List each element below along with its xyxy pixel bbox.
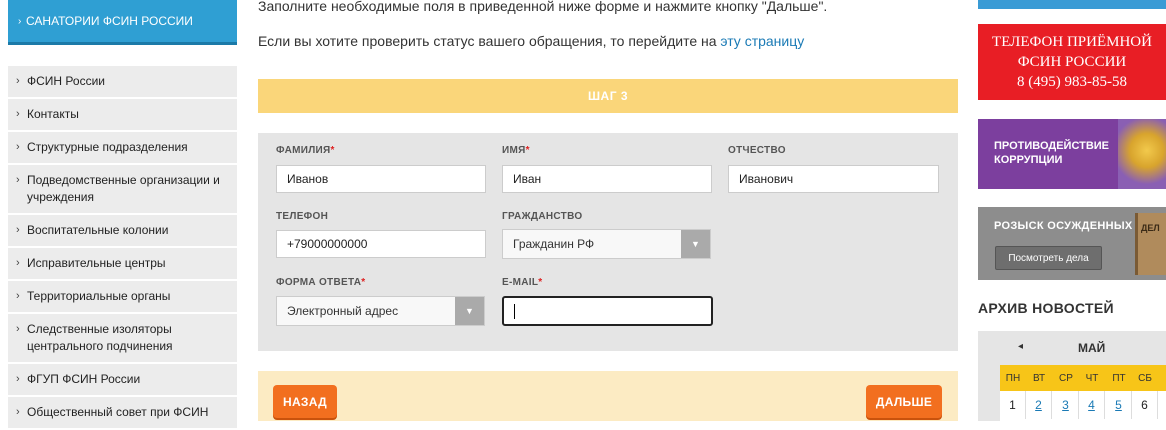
sidebar-item-label: Территориальные органы: [27, 289, 171, 303]
intro-text: Заполните необходимые поля в приведенной…: [258, 0, 828, 14]
chevron-right-icon: ›: [16, 406, 20, 418]
case-folder-image: ДЕЛ: [1135, 213, 1166, 275]
form-navigation: НАЗАД ДАЛЬШЕ: [258, 371, 958, 421]
sidebar-item-label: ФСИН России: [27, 74, 105, 88]
phone-label: ТЕЛЕФОН: [276, 211, 329, 222]
surname-input[interactable]: Иванов: [276, 165, 486, 193]
phone-banner-number: 8 (495) 983-85-58: [1017, 74, 1127, 90]
calendar-header: ◂ МАЙ: [978, 331, 1166, 365]
sanatoriums-button[interactable]: › САНАТОРИИ ФСИН РОССИИ: [8, 0, 237, 45]
sidebar-item-label: Исправительные центры: [27, 256, 166, 270]
citizenship-select[interactable]: Гражданин РФ ▼: [502, 229, 711, 259]
emblem-icon: [1118, 119, 1166, 189]
sidebar-item-label: Воспитательные колонии: [27, 223, 169, 237]
top-banner-edge[interactable]: [978, 0, 1166, 9]
chevron-right-icon: ›: [16, 257, 20, 269]
chevron-right-icon: ›: [16, 75, 20, 87]
sidebar-item-label: Общественный совет при ФСИН: [27, 405, 209, 419]
chevron-right-icon: ›: [16, 141, 20, 153]
calendar-date-link[interactable]: 4: [1079, 391, 1105, 419]
sidebar-item-structural-units[interactable]: › Структурные подразделения: [8, 132, 237, 165]
chevron-down-icon[interactable]: ▼: [681, 230, 710, 258]
name-input[interactable]: Иван: [502, 165, 712, 193]
sidebar-item-detention-centers[interactable]: › Следственные изоляторы центрального под…: [8, 314, 237, 364]
weekday-mon: ПН: [1005, 372, 1021, 384]
sidebar-menu: › ФСИН России › Контакты › Структурные подр…: [8, 66, 237, 430]
surname-label: ФАМИЛИЯ*: [276, 145, 335, 156]
news-archive-title: АРХИВ НОВОСТЕЙ: [978, 300, 1114, 316]
calendar-weekdays: ПН ВТ СР ЧТ ПТ СБ: [1000, 365, 1166, 391]
chevron-right-icon: ›: [16, 323, 20, 335]
anti-corruption-banner[interactable]: ПРОТИВОДЕЙСТВИЕ КОРРУПЦИИ: [978, 119, 1166, 189]
weekday-thu: ЧТ: [1085, 372, 1099, 384]
reception-phone-banner[interactable]: ТЕЛЕФОН ПРИЁМНОЙ ФСИН РОССИИ 8 (495) 983…: [978, 24, 1166, 100]
citizenship-value: Гражданин РФ: [513, 237, 595, 251]
wanted-convicts-banner: РОЗЫСК ОСУЖДЕННЫХ Посмотреть дела ДЕЛ: [978, 207, 1166, 280]
calendar-side: [978, 365, 1000, 421]
sidebar-item-correctional-centers[interactable]: › Исправительные центры: [8, 248, 237, 281]
phone-banner-org: ФСИН РОССИИ: [1017, 54, 1127, 70]
weekday-fri: ПТ: [1112, 372, 1126, 384]
sidebar-item-fsin[interactable]: › ФСИН России: [8, 66, 237, 99]
sidebar-item-juvenile-colonies[interactable]: › Воспитательные колонии: [8, 215, 237, 248]
phone-banner-title: ТЕЛЕФОН ПРИЁМНОЙ: [992, 34, 1152, 50]
weekday-tue: ВТ: [1032, 372, 1046, 384]
status-check-text: Если вы хотите проверить статус вашего о…: [258, 33, 804, 49]
sanatoriums-button-label: САНАТОРИИ ФСИН РОССИИ: [26, 14, 193, 28]
sidebar-item-label: ФГУП ФСИН России: [27, 372, 141, 386]
chevron-right-icon: ›: [16, 290, 20, 302]
response-form-value: Электронный адрес: [287, 304, 399, 318]
weekday-wed: СР: [1059, 372, 1073, 384]
chevron-right-icon: ›: [16, 108, 20, 120]
sidebar-item-subordinate-orgs[interactable]: › Подведомственные организации и учрежден…: [8, 165, 237, 215]
email-input[interactable]: [502, 296, 713, 326]
back-button[interactable]: НАЗАД: [273, 385, 337, 418]
response-form-select[interactable]: Электронный адрес ▼: [276, 296, 485, 326]
request-form: ФАМИЛИЯ* Иванов ИМЯ* Иван ОТЧЕСТВО Ивано…: [258, 133, 958, 351]
sidebar-item-territorial-bodies[interactable]: › Территориальные органы: [8, 281, 237, 314]
calendar-date-link[interactable]: 2: [1026, 391, 1052, 419]
chevron-right-icon: ›: [18, 15, 22, 27]
calendar-date: 6: [1132, 391, 1158, 419]
name-label: ИМЯ*: [502, 145, 530, 156]
case-folder-text: ДЕЛ: [1141, 223, 1160, 233]
status-check-label: Если вы хотите проверить статус вашего о…: [258, 33, 717, 49]
sidebar-item-label: Подведомственные организации и учреждени…: [27, 173, 220, 204]
chevron-right-icon: ›: [16, 373, 20, 385]
status-check-link[interactable]: эту страницу: [720, 33, 804, 49]
citizenship-label: ГРАЖДАНСТВО: [502, 211, 583, 222]
phone-input[interactable]: +79000000000: [276, 230, 486, 258]
chevron-right-icon: ›: [16, 224, 20, 236]
sidebar-item-label: Следственные изоляторы центрального подч…: [27, 322, 173, 353]
sidebar-item-contacts[interactable]: › Контакты: [8, 99, 237, 132]
response-form-label: ФОРМА ОТВЕТА*: [276, 277, 366, 288]
calendar-date: 1: [1000, 391, 1026, 419]
next-button[interactable]: ДАЛЬШЕ: [866, 385, 942, 418]
email-label: E-MAIL*: [502, 277, 543, 288]
sidebar-item-fgup[interactable]: › ФГУП ФСИН России: [8, 364, 237, 397]
wanted-title: РОЗЫСК ОСУЖДЕННЫХ: [994, 220, 1133, 232]
calendar-month: МАЙ: [1078, 341, 1106, 355]
calendar-date-link[interactable]: 5: [1106, 391, 1132, 419]
sidebar-item-label: Контакты: [27, 107, 79, 121]
text-cursor: [514, 303, 515, 319]
sidebar-item-public-council[interactable]: › Общественный совет при ФСИН: [8, 397, 237, 430]
calendar-date-link[interactable]: 3: [1053, 391, 1079, 419]
sidebar-item-label: Структурные подразделения: [27, 140, 188, 154]
weekday-sat: СБ: [1138, 372, 1152, 384]
chevron-down-icon[interactable]: ▼: [455, 297, 484, 325]
patronymic-label: ОТЧЕСТВО: [728, 145, 786, 156]
view-cases-button[interactable]: Посмотреть дела: [995, 246, 1102, 270]
prev-month-icon[interactable]: ◂: [1018, 341, 1023, 352]
calendar-dates: 1 2 3 4 5 6: [1000, 391, 1166, 421]
patronymic-input[interactable]: Иванович: [728, 165, 939, 193]
chevron-right-icon: ›: [16, 174, 20, 186]
step-indicator: ШАГ 3: [258, 79, 958, 113]
